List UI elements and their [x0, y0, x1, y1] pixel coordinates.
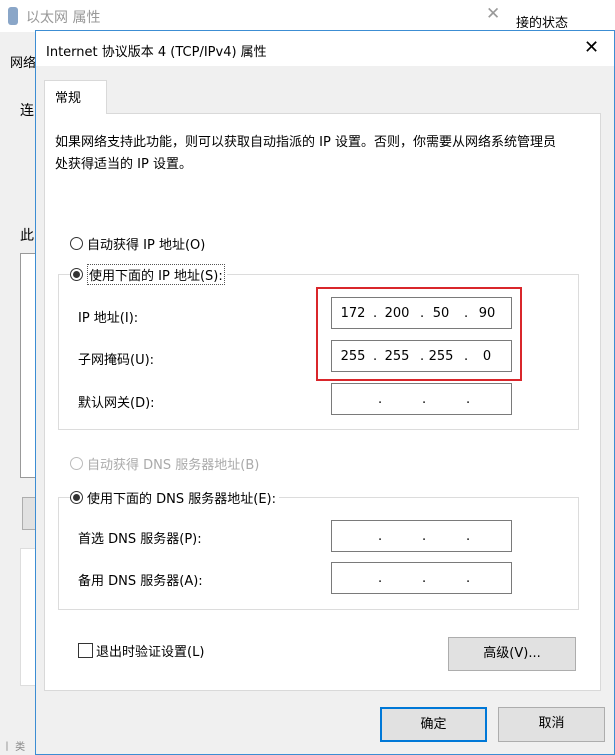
ip-manual-radio[interactable]: 使用下面的 IP 地址(S):: [70, 264, 227, 285]
preferred-dns-label: 首选 DNS 服务器(P):: [78, 532, 202, 547]
radio-button[interactable]: [70, 237, 83, 250]
alternate-dns-field[interactable]: ...: [331, 562, 512, 594]
bg-label-fragment: 此: [20, 228, 34, 244]
radio-button[interactable]: [70, 457, 83, 470]
bg-label-fragment: 连: [20, 103, 34, 119]
alternate-dns-label: 备用 DNS 服务器(A):: [78, 574, 203, 589]
highlight-box: [316, 287, 522, 381]
general-panel: 如果网络支持此功能，则可以获取自动指派的 IP 设置。否则，你需要从网络系统管理…: [44, 113, 601, 691]
radio-label: 自动获得 DNS 服务器地址(B): [87, 458, 260, 473]
preferred-dns-field[interactable]: ...: [331, 520, 512, 552]
background-close-icon[interactable]: ✕: [486, 4, 500, 24]
ipv4-properties-dialog: Internet 协议版本 4 (TCP/IPv4) 属性 ✕ 常规 如果网络支…: [35, 30, 615, 755]
radio-label: 使用下面的 IP 地址(S):: [87, 264, 225, 285]
tab-general[interactable]: 常规: [44, 80, 107, 114]
gateway-label: 默认网关(D):: [78, 396, 155, 411]
dialog-title: Internet 协议版本 4 (TCP/IPv4) 属性: [46, 45, 267, 60]
validate-checkbox[interactable]: 退出时验证设置(L): [78, 641, 204, 660]
bg-tab-fragment: 网络: [10, 56, 37, 71]
network-adapter-icon: [8, 7, 18, 25]
background-title: 以太网 属性: [26, 10, 101, 26]
ip-auto-radio[interactable]: 自动获得 IP 地址(O): [70, 234, 205, 253]
radio-label: 使用下面的 DNS 服务器地址(E):: [87, 492, 276, 507]
bg-bottom-fragment: 丨 类: [2, 742, 26, 753]
tab-label: 常规: [55, 91, 82, 106]
advanced-button[interactable]: 高级(V)...: [448, 637, 576, 671]
description-text: 如果网络支持此功能，则可以获取自动指派的 IP 设置。否则，你需要从网络系统管理…: [55, 135, 556, 172]
background-status-window: 接的状态: [512, 0, 615, 32]
radio-label: 自动获得 IP 地址(O): [87, 238, 206, 253]
status-window-title: 接的状态: [516, 16, 569, 31]
subnet-mask-label: 子网掩码(U):: [78, 353, 155, 368]
radio-button[interactable]: [70, 268, 83, 281]
close-icon[interactable]: ✕: [584, 37, 599, 58]
cancel-button[interactable]: 取消: [498, 707, 605, 742]
checkbox-label: 退出时验证设置(L): [96, 645, 205, 660]
ok-button[interactable]: 确定: [380, 707, 487, 742]
gateway-field[interactable]: ...: [331, 383, 512, 415]
dns-manual-radio[interactable]: 使用下面的 DNS 服务器地址(E):: [70, 488, 279, 507]
dialog-title-bar: Internet 协议版本 4 (TCP/IPv4) 属性 ✕: [36, 31, 614, 66]
dns-auto-radio[interactable]: 自动获得 DNS 服务器地址(B): [70, 454, 259, 473]
background-title-bar: 以太网 属性 ✕: [0, 0, 512, 32]
radio-button[interactable]: [70, 491, 83, 504]
checkbox[interactable]: [78, 643, 93, 658]
ip-address-label: IP 地址(I):: [78, 311, 139, 326]
